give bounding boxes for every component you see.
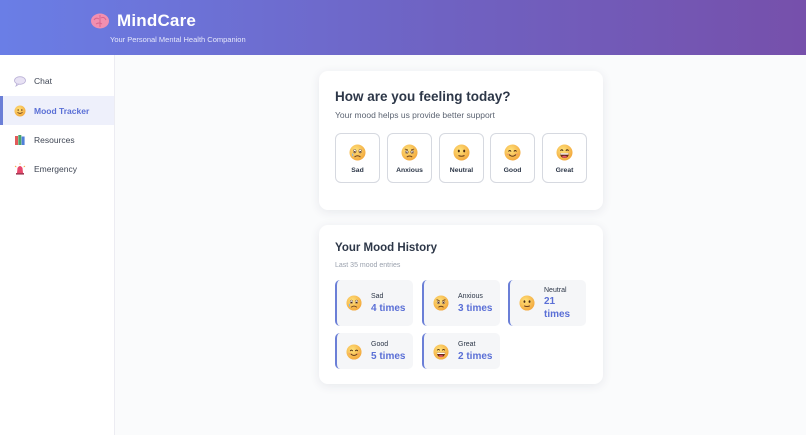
smiling-face-icon xyxy=(346,344,362,360)
history-mood-name: Sad xyxy=(371,293,384,300)
history-mood-name: Anxious xyxy=(458,293,483,300)
mood-selector-card: How are you feeling today? Your mood hel… xyxy=(319,71,603,210)
sidebar-item-chat[interactable]: Chat xyxy=(0,66,114,95)
sidebar-item-mood-tracker[interactable]: Mood Tracker xyxy=(0,96,114,125)
app-subtitle: Your Personal Mental Health Companion xyxy=(110,35,246,44)
history-item-good: Good 5 times xyxy=(335,333,413,369)
mood-option-label: Great xyxy=(555,167,574,174)
grinning-face-icon xyxy=(556,144,573,161)
smiley-icon xyxy=(14,105,26,116)
history-mood-name: Neutral xyxy=(544,287,567,294)
history-mood-count: 2 times xyxy=(458,351,493,362)
mood-option-label: Good xyxy=(503,167,522,174)
grinning-face-icon xyxy=(433,344,449,360)
mood-option-sad[interactable]: Sad xyxy=(335,133,380,183)
sidebar-item-emergency[interactable]: Emergency xyxy=(0,154,114,183)
sidebar: Chat Mood Tracker Resources Emergency xyxy=(0,55,115,435)
sidebar-item-resources[interactable]: Resources xyxy=(0,125,114,154)
brand: MindCare xyxy=(90,11,196,31)
sad-face-icon xyxy=(346,295,362,311)
mood-option-label: Neutral xyxy=(449,167,474,174)
app-title: MindCare xyxy=(117,11,197,30)
mood-option-label: Anxious xyxy=(396,167,423,174)
alarm-light-icon xyxy=(14,162,26,175)
history-mood-name: Great xyxy=(458,341,476,348)
sidebar-item-label: Chat xyxy=(34,75,52,86)
history-mood-count: 5 times xyxy=(371,351,406,362)
mood-option-neutral[interactable]: Neutral xyxy=(439,133,484,183)
history-mood-count: 3 times xyxy=(458,303,493,314)
mood-option-great[interactable]: Great xyxy=(542,133,587,183)
neutral-face-icon xyxy=(453,144,470,161)
mood-question-title: How are you feeling today? xyxy=(335,89,511,104)
history-mood-count-number: 21 xyxy=(544,296,556,307)
sidebar-item-label: Mood Tracker xyxy=(34,105,90,116)
brain-icon xyxy=(91,13,109,29)
speech-bubble-icon xyxy=(14,75,26,87)
history-mood-count-unit: times xyxy=(544,309,571,320)
neutral-face-icon xyxy=(519,295,535,311)
history-item-sad: Sad 4 times xyxy=(335,280,413,326)
anxious-face-icon xyxy=(401,144,418,161)
sidebar-item-label: Emergency xyxy=(34,163,77,174)
app-header: MindCare Your Personal Mental Health Com… xyxy=(0,0,806,55)
mood-question-subtitle: Your mood helps us provide better suppor… xyxy=(335,110,495,120)
mood-history-title: Your Mood History xyxy=(335,242,438,254)
mood-history-card: Your Mood History Last 35 mood entries S… xyxy=(319,225,603,384)
history-item-anxious: Anxious 3 times xyxy=(422,280,500,326)
mood-option-good[interactable]: Good xyxy=(490,133,535,183)
history-mood-name: Good xyxy=(371,341,389,348)
sidebar-item-label: Resources xyxy=(34,134,75,145)
books-icon xyxy=(15,134,25,145)
mood-option-label: Sad xyxy=(351,167,364,174)
mood-option-anxious[interactable]: Anxious xyxy=(387,133,432,183)
history-item-neutral: Neutral 21 times xyxy=(508,280,586,326)
sad-face-icon xyxy=(349,144,366,161)
smiling-face-icon xyxy=(504,144,521,161)
anxious-face-icon xyxy=(433,295,449,311)
history-mood-count: 4 times xyxy=(371,303,406,314)
mood-history-subtitle: Last 35 mood entries xyxy=(335,262,401,269)
history-item-great: Great 2 times xyxy=(422,333,500,369)
